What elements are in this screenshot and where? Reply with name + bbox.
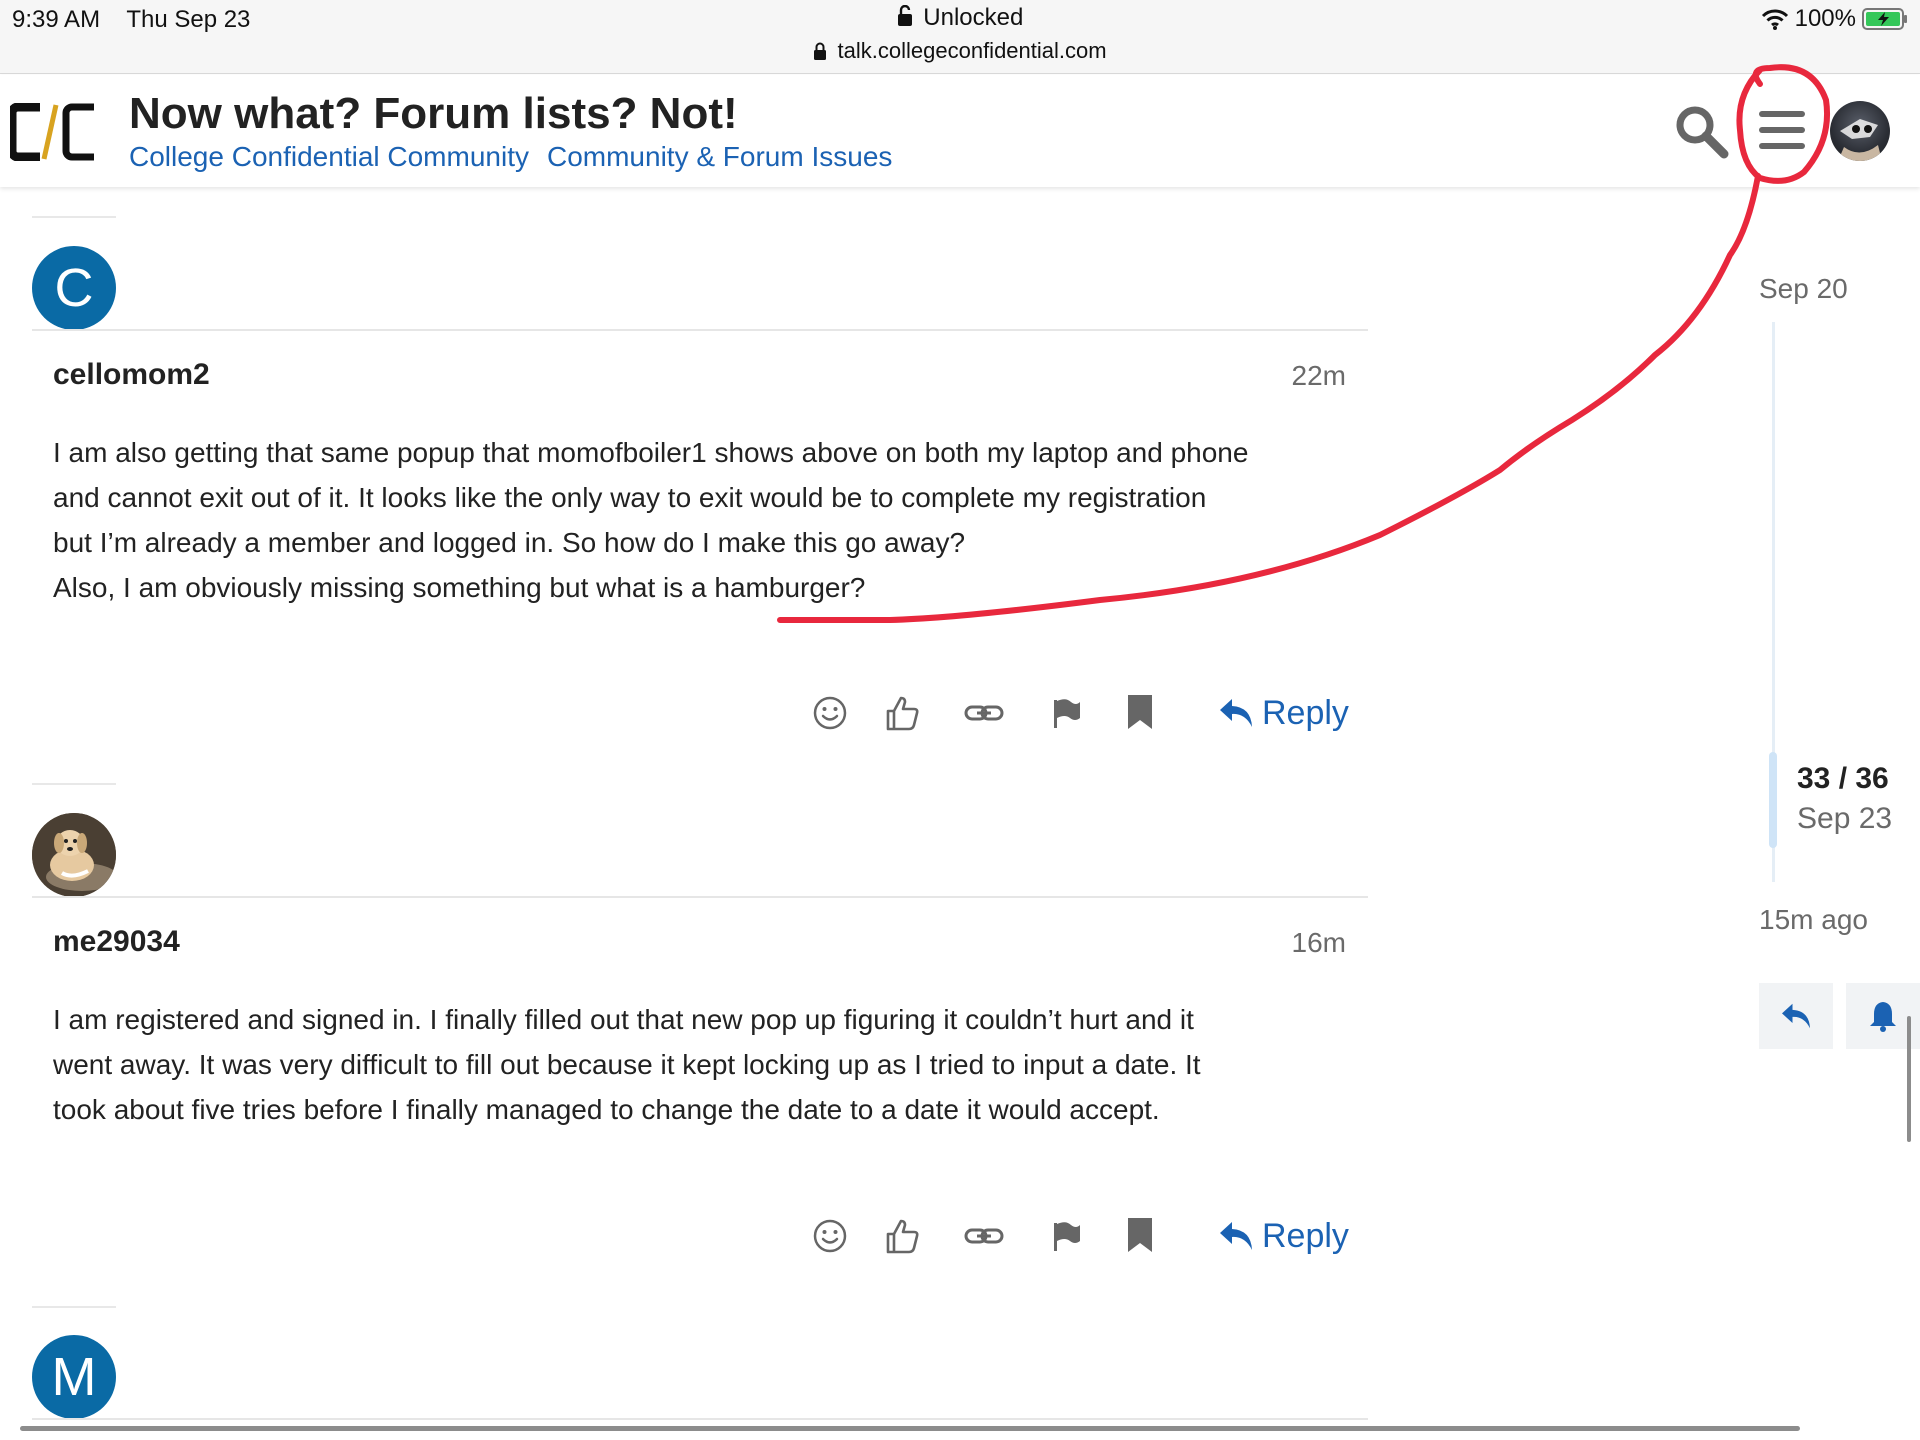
status-right: 100% [1761,5,1908,33]
bell-icon [1870,1002,1896,1032]
breadcrumb: College Confidential Community Community… [129,141,892,173]
flag-button[interactable] [1044,691,1088,735]
reply-icon [1220,1222,1252,1250]
reply-label: Reply [1262,693,1349,732]
react-button[interactable] [808,691,852,735]
wifi-icon [1761,9,1788,30]
annotation-overlay [777,64,1830,623]
reply-icon [1782,1003,1810,1029]
post-time[interactable]: 16m [1292,927,1346,959]
post-body: I am also getting that same popup that m… [53,430,1353,610]
hamburger-icon [1759,111,1805,149]
thumbs-up-icon [886,696,919,731]
flag-icon [1054,699,1080,728]
post-line: I am registered and signed in. I finally… [53,1004,1194,1035]
post-separator [32,783,116,785]
post-separator [32,216,116,218]
flag-icon [1054,1222,1080,1251]
bookmark-button[interactable] [1118,691,1162,735]
bookmark-icon [1128,1218,1152,1252]
timeline-current-date: Sep 23 [1797,802,1893,835]
breadcrumb-category[interactable]: Community & Forum Issues [547,141,892,173]
share-link-button[interactable] [962,691,1006,735]
timeline-position: 33 / 36 [1797,762,1889,795]
post-avatar[interactable]: M [32,1335,116,1419]
status-bar: 9:39 AM Thu Sep 23 Unlocked talk.college… [0,0,1920,74]
url-text: talk.collegeconfidential.com [837,38,1107,63]
thumbs-up-icon [886,1219,919,1254]
post-line: took about five tries before I finally m… [53,1094,1160,1125]
url-bar[interactable]: talk.collegeconfidential.com [0,38,1920,64]
post-avatar[interactable] [32,813,116,897]
lock-icon [814,42,827,60]
unlocked-icon [897,5,912,26]
post-divider [32,1418,1368,1420]
search-icon [1676,106,1729,159]
user-avatar-image [1838,119,1882,161]
post-separator [32,1306,116,1308]
reply-button[interactable]: Reply [1218,691,1349,735]
battery-icon [1862,8,1907,30]
react-button[interactable] [808,1214,852,1258]
post-line: I am also getting that same popup that m… [53,437,1249,468]
post-divider [32,896,1368,898]
dog-avatar-image [32,813,116,897]
battery-percent: 100% [1794,5,1856,32]
timeline-start-date[interactable]: Sep 20 [1759,273,1848,305]
horizontal-scrollbar[interactable] [20,1426,1800,1431]
post-time[interactable]: 22m [1292,360,1346,392]
user-avatar[interactable] [1830,101,1890,161]
post-username[interactable]: cellomom2 [53,358,210,392]
like-button[interactable] [880,1214,924,1258]
topic-title[interactable]: Now what? Forum lists? Not! [129,89,738,139]
status-lock: Unlocked [0,4,1920,32]
reply-label: Reply [1262,1216,1349,1255]
like-button[interactable] [880,691,924,735]
cc-logo[interactable] [7,102,96,162]
post-line: but I’m already a member and logged in. … [53,527,966,558]
timeline-handle[interactable] [1769,752,1777,848]
vertical-scrollbar[interactable] [1907,1016,1911,1142]
lock-status: Unlocked [923,4,1024,31]
link-icon [964,705,1004,721]
timeline-last-activity[interactable]: 15m ago [1759,904,1868,936]
logo-icon [7,102,94,162]
post-divider [32,329,1368,331]
post-username[interactable]: me29034 [53,925,180,959]
timeline-reply-button[interactable] [1759,983,1833,1049]
bookmark-icon [1128,695,1152,729]
smiley-icon [813,1219,847,1253]
share-link-button[interactable] [962,1214,1006,1258]
reply-icon [1220,699,1252,727]
bookmark-button[interactable] [1118,1214,1162,1258]
search-button[interactable] [1673,103,1729,159]
smiley-icon [813,696,847,730]
post-body: I am registered and signed in. I finally… [53,997,1353,1132]
post-line: and cannot exit out of it. It looks like… [53,482,1207,513]
flag-button[interactable] [1044,1214,1088,1258]
reply-button[interactable]: Reply [1218,1214,1349,1258]
link-icon [964,1228,1004,1244]
breadcrumb-community[interactable]: College Confidential Community [129,141,529,173]
post-line: Also, I am obviously missing something b… [53,572,866,603]
hamburger-menu-button[interactable] [1755,107,1809,153]
post-avatar[interactable]: C [32,246,116,330]
post-line: went away. It was very difficult to fill… [53,1049,1201,1080]
site-header: Now what? Forum lists? Not! College Conf… [0,75,1920,187]
